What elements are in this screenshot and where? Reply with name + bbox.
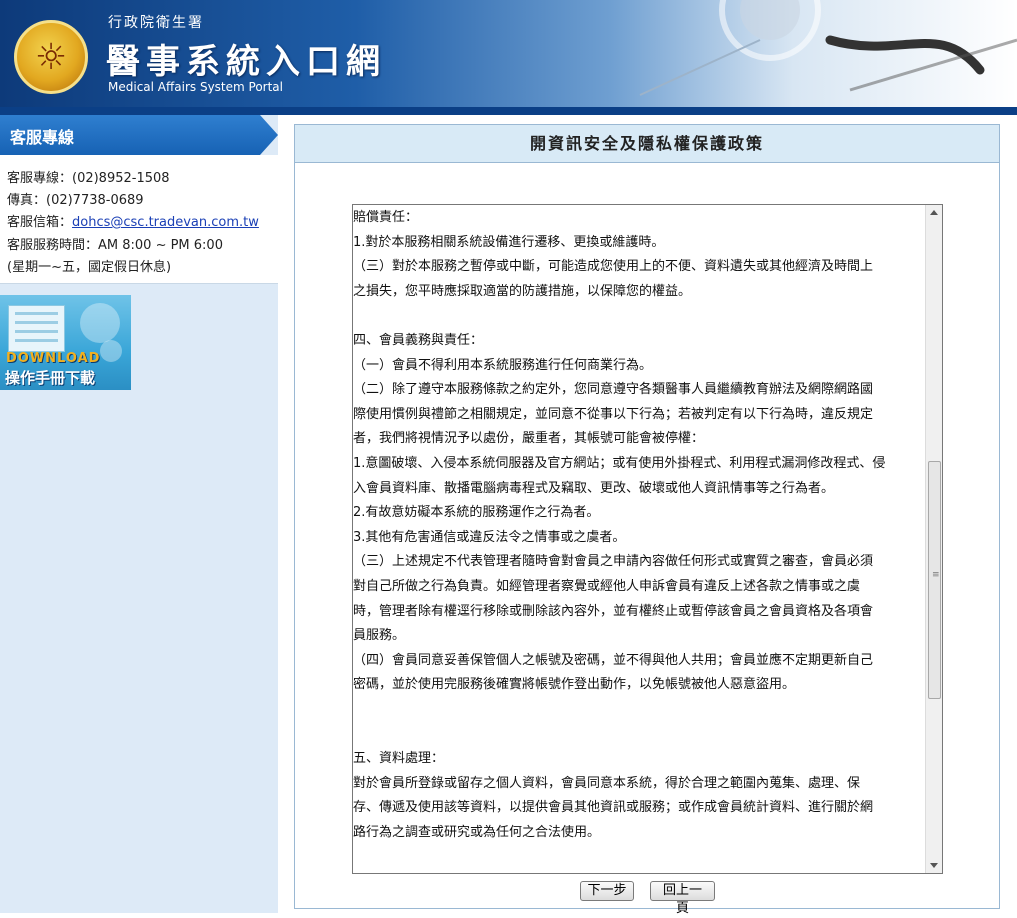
policy-line: 時，管理者除有權逕行移除或刪除該內容外，並有權終止或暫停該會員之會員資格及各項會 [353,603,874,619]
heading-notch [260,115,278,155]
policy-line: 賠償責任： [353,210,419,225]
page-title: 開資訊安全及隱私權保護政策 [529,134,764,153]
policy-line: 對於會員所登錄或留存之個人資料，會員同意本系統，得於合理之範圍內蒐集、處理、保 [353,775,861,791]
download-label: DOWNLOAD [6,351,101,366]
policy-line: （一）會員不得利用本系統服務進行任何商業行為。 [353,357,653,373]
policy-line: 2.有故意妨礙本系統的服務運作之行為者。 [353,505,600,521]
logo: ☼ [14,20,88,94]
policy-line [353,722,927,747]
scrollbar[interactable]: ≡ [925,205,942,873]
policy-line: （四）會員同意妥善保管個人之帳號及密碼，並不得與他人共用；會員並應不定期更新自己 [353,652,874,668]
scroll-down-arrow-icon[interactable] [926,857,942,873]
header-band [0,107,1017,115]
back-button[interactable]: 回上一頁 [650,881,715,916]
policy-line: 存、傳遞及使用該等資料，以提供會員其他資訊或服務；或作成會員統計資料、進行關於網 [353,800,874,816]
policy-line: 四、會員義務與責任： [353,332,484,348]
bubble-decoration [80,303,120,343]
policy-line: 對自己所做之行為負責。如經管理者察覺或經他人申訴會員有違反上述各款之情事或之虞 [353,578,861,594]
contact-info: 客服專線：(02)8952-1508 傳真：(02)7738-0689 客服信箱… [0,155,278,284]
policy-line: 密碼，並於使用完服務後確實將帳號作登出動作，以免帳號被他人惡意盜用。 [353,677,796,693]
contact-email-row: 客服信箱：dohcs@csc.tradevan.com.tw [7,211,259,230]
policy-line: 1.意圖破壞、入侵本系統伺服器及官方網站；或有使用外掛程式、利用程式漏洞修改程式… [353,455,886,471]
sidebar-heading-label: 客服專線 [10,128,75,147]
policy-line: 入會員資料庫、散播電腦病毒程式及竊取、更改、破壞或他人資訊情事等之行為者。 [353,480,835,496]
contact-days: (星期一~五，國定假日休息) [7,260,172,275]
portal-title: 醫事系統入口網 [106,42,386,82]
scroll-thumb[interactable]: ≡ [928,461,941,699]
grip-icon: ≡ [932,570,940,580]
policy-textarea[interactable]: 賠償責任： 1.對於本服務相關系統設備進行遷移、更換或維護時。 （三）對於本服務之暫… [352,204,943,874]
sidebar: 客服專線 客服專線：(02)8952-1508 傳真：(02)7738-0689… [0,115,278,913]
next-step-button[interactable]: 下一步 [580,881,634,901]
policy-line: 1.對於本服務相關系統設備進行遷移、更換或維護時。 [353,234,665,250]
policy-line: 際使用慣例與禮節之相關規定，並同意不從事以下行為；若被判定有以下行為時，違反規定 [353,406,874,422]
panel-title-bar: 開資訊安全及隱私權保護政策 [295,125,999,163]
policy-line: （三）上述規定不代表管理者隨時會對會員之申請內容做任何形式或實質之審查，會員必須 [353,554,874,570]
sidebar-heading: 客服專線 [0,115,278,155]
policy-line: 路行為之調查或研究或為任何之合法使用。 [353,824,601,840]
contact-fax: 傳真：(02)7738-0689 [7,193,144,208]
contact-email-link[interactable]: dohcs@csc.tradevan.com.tw [72,215,259,230]
policy-line: （三）對於本服務之暫停或中斷，可能造成您使用上的不便、資料遺失或其他經濟及時間上 [353,259,874,275]
manual-download-banner[interactable]: DOWNLOAD 操作手冊下載 [0,295,131,390]
contact-hours: 客服服務時間：AM 8:00 ~ PM 6:00 [7,238,223,253]
org-name: 行政院衛生署 [108,15,204,31]
policy-text: 賠償責任： 1.對於本服務相關系統設備進行遷移、更換或維護時。 （三）對於本服務之暫… [353,206,927,873]
contact-phone: 客服專線：(02)8952-1508 [7,171,170,186]
contact-email-label: 客服信箱： [7,215,73,230]
policy-panel: 開資訊安全及隱私權保護政策 賠償責任： 1.對於本服務相關系統設備進行遷移、更換或… [294,124,1000,916]
policy-line [353,870,927,873]
policy-line: 五、資料處理： [353,751,445,767]
stethoscope-decoration-icon [639,0,1017,96]
portal-subtitle: Medical Affairs System Portal [108,80,283,94]
logo-emblem-icon: ☼ [34,36,68,78]
policy-line: （二）除了遵守本服務條款之約定外，您同意遵守各類醫事人員繼續教育辦法及網際網路國 [353,382,874,398]
download-title: 操作手冊下載 [5,369,96,387]
policy-line [353,304,927,329]
scroll-up-arrow-icon[interactable] [926,205,942,221]
policy-line: 員服務。 [353,628,406,644]
policy-line: 3.其他有危害通信或違反法令之情事或之虞者。 [353,529,626,545]
document-icon [8,305,65,352]
policy-line: 之損失，您平時應採取適當的防護措施，以保障您的權益。 [353,283,692,299]
policy-line [353,698,927,723]
bubble-decoration [100,340,122,362]
policy-line [353,845,927,870]
site-header: ☼ 行政院衛生署 醫事系統入口網 Medical Affairs System … [0,0,1017,115]
policy-line: 者，我們將視情況予以處份，嚴重者，其帳號可能會被停權： [353,431,705,447]
